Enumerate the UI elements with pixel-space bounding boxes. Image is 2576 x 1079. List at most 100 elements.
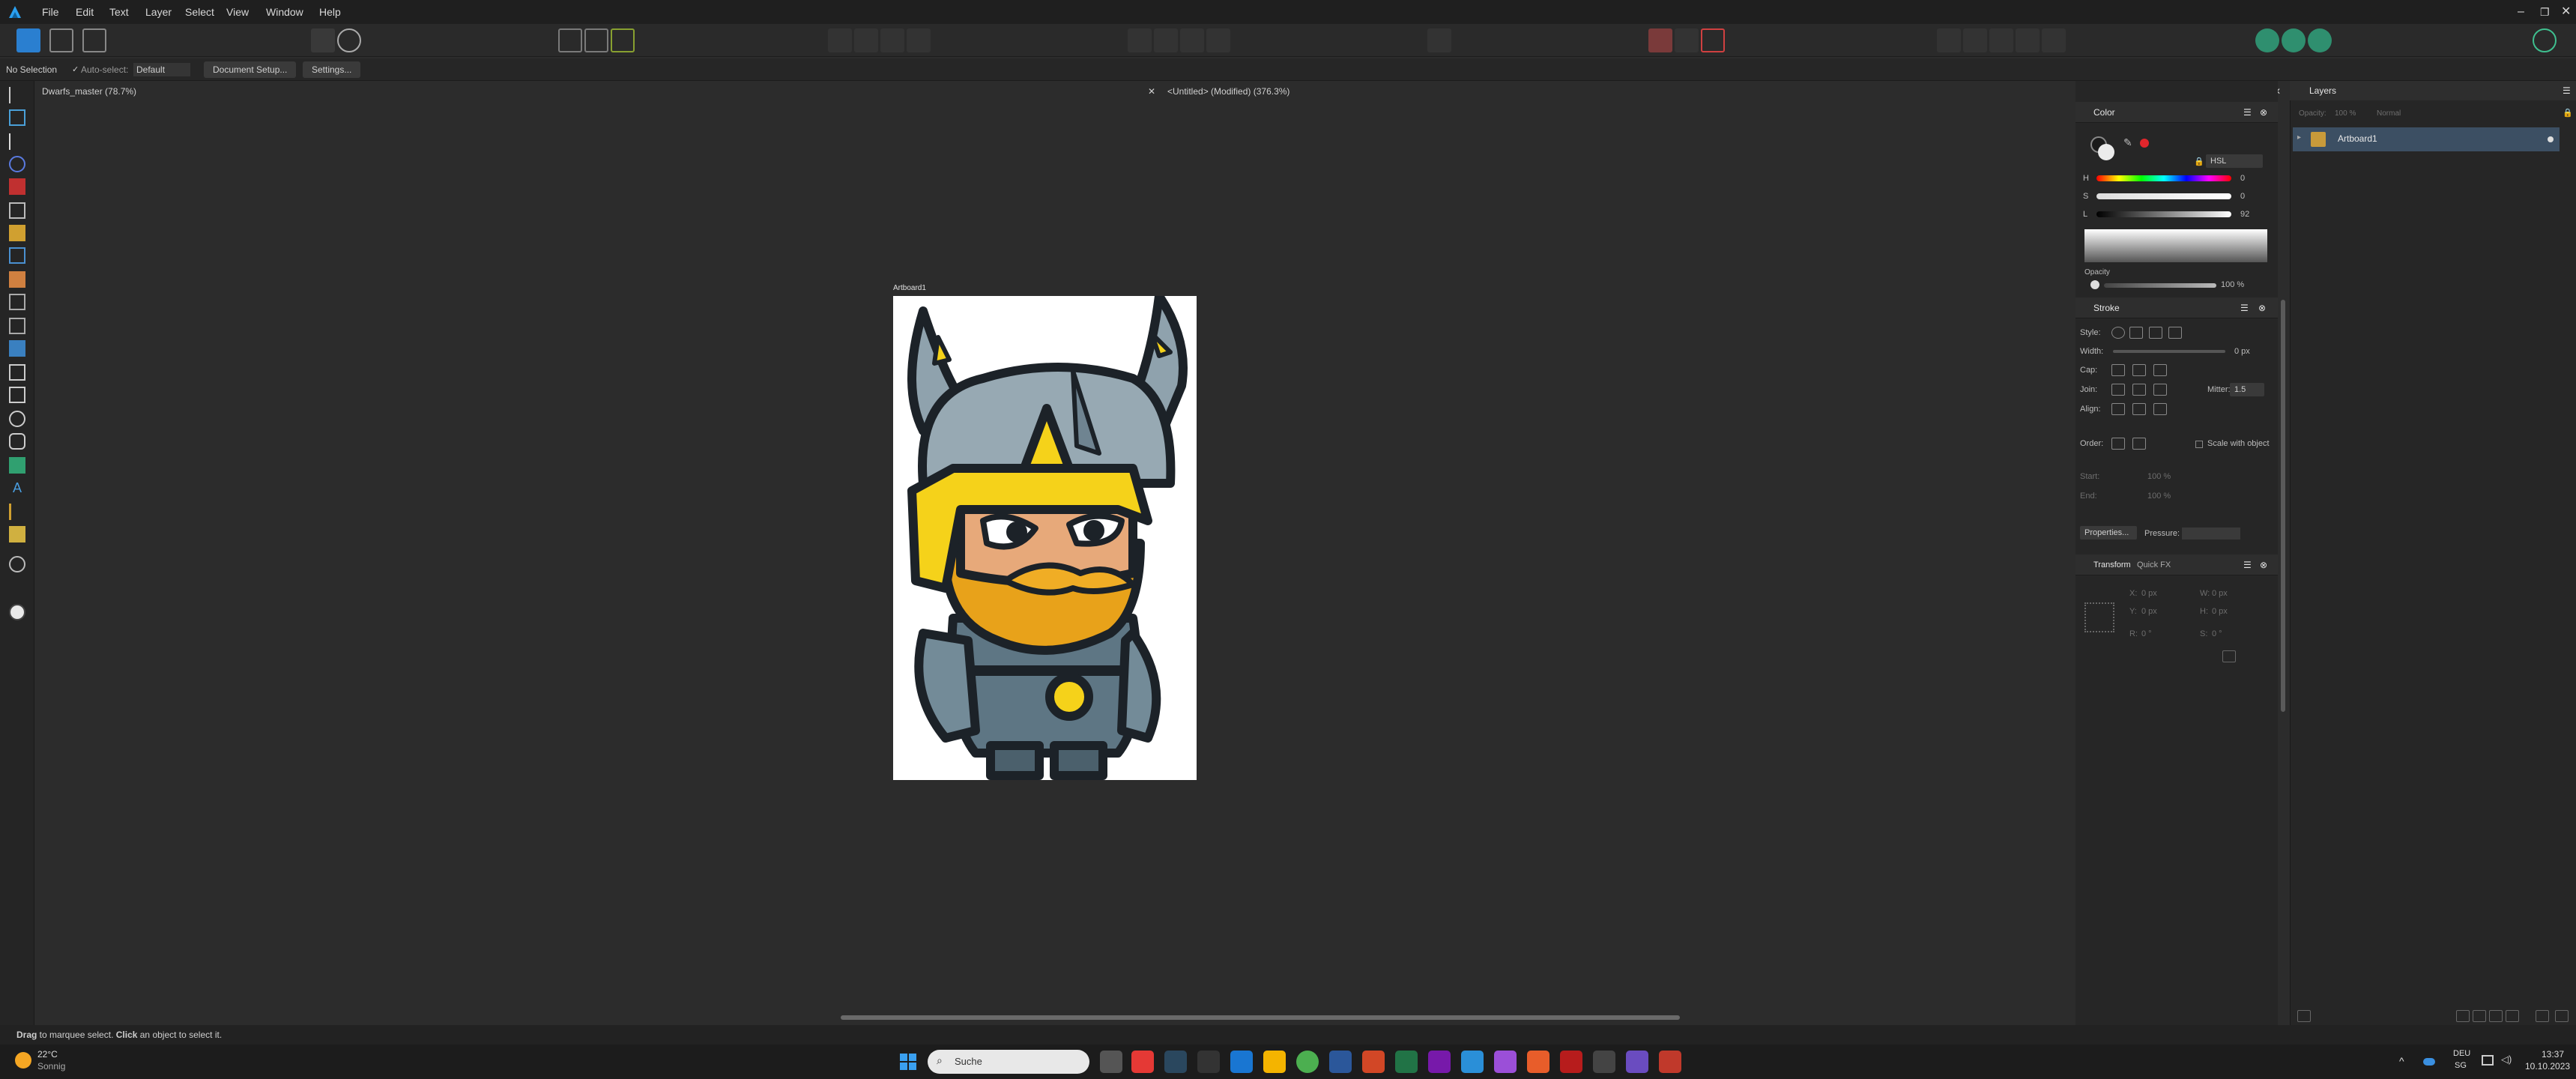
end-value[interactable]: 100 % [2147, 492, 2171, 501]
affinity-designer-taskbar-icon[interactable] [1461, 1051, 1484, 1073]
add-layer-icon[interactable] [2456, 1010, 2470, 1022]
affinity-designer-logo-icon[interactable] [7, 4, 22, 19]
add-mask-icon[interactable] [2473, 1010, 2486, 1022]
menu-select[interactable]: Select [185, 0, 214, 24]
w-value[interactable]: 0 px [2212, 589, 2228, 598]
taskbar-search-box[interactable]: ⌕ Suche [928, 1050, 1089, 1074]
boolean-subtract-icon[interactable] [1963, 28, 1987, 52]
menu-edit[interactable]: Edit [76, 0, 94, 24]
tab-close-icon[interactable]: ✕ [1148, 84, 1155, 99]
corner-tool-icon[interactable] [9, 156, 25, 172]
layer-visibility-icon[interactable] [2548, 136, 2554, 142]
width-slider[interactable] [2113, 350, 2225, 353]
hue-slider[interactable] [2096, 175, 2231, 181]
no-stroke-icon[interactable] [2111, 327, 2125, 339]
color-panel-menu-icon[interactable]: ☰ [2243, 103, 2252, 122]
user-profile-icon[interactable] [2533, 28, 2557, 52]
layers-panel-menu-icon[interactable]: ☰ [2563, 81, 2571, 100]
stroke-panel-menu-icon[interactable]: ☰ [2240, 298, 2249, 318]
vertical-scrollbar[interactable] [2281, 300, 2285, 712]
flip-h-icon[interactable] [1154, 28, 1178, 52]
menu-help[interactable]: Help [319, 0, 341, 24]
stroke-panel-close-icon[interactable]: ⊗ [2258, 298, 2266, 318]
paint-brush-tool-icon[interactable] [9, 318, 25, 334]
unity-icon[interactable] [1593, 1051, 1615, 1073]
solid-line-icon[interactable] [2129, 327, 2143, 339]
saturation-value[interactable]: 0 [2240, 192, 2245, 201]
blend-mode-dropdown[interactable]: Normal [2377, 109, 2401, 118]
texture-line-icon[interactable] [2168, 327, 2182, 339]
snapping-icon[interactable] [558, 28, 582, 52]
align-outside-icon[interactable] [2153, 403, 2167, 415]
affinity-publisher-taskbar-icon[interactable] [1527, 1051, 1549, 1073]
network-icon[interactable] [2482, 1055, 2494, 1066]
menu-window[interactable]: Window [266, 0, 303, 24]
snapping-options-icon[interactable] [611, 28, 635, 52]
arrange-backward-icon[interactable] [854, 28, 878, 52]
minimize-icon[interactable]: – [2518, 0, 2524, 24]
keyboard-layout-indicator[interactable]: SG [2455, 1061, 2467, 1070]
hue-value[interactable]: 0 [2240, 174, 2245, 183]
horizontal-scrollbar[interactable] [841, 1015, 1680, 1020]
node-tool-icon[interactable] [9, 133, 25, 150]
weather-description[interactable]: Sonnig [37, 1061, 65, 1072]
assistant-icon[interactable] [2255, 28, 2279, 52]
boolean-xor-icon[interactable] [2016, 28, 2040, 52]
adjustment-icon[interactable] [2489, 1010, 2503, 1022]
bevel-join-icon[interactable] [2153, 384, 2167, 396]
fill-tool-icon[interactable] [9, 271, 25, 288]
transform-options-icon[interactable] [2222, 650, 2236, 662]
tab-untitled[interactable]: <Untitled> (Modified) (376.3%) [1167, 84, 1289, 99]
arrange-forward-icon[interactable] [880, 28, 904, 52]
s-value[interactable]: 0 ° [2212, 629, 2222, 638]
onedrive-icon[interactable] [2423, 1058, 2435, 1066]
stroke-front-icon[interactable] [2132, 438, 2146, 450]
recent-color-swatch[interactable] [2140, 139, 2149, 148]
width-value[interactable]: 0 px [2234, 347, 2250, 356]
y-value[interactable]: 0 px [2141, 607, 2157, 616]
excel-icon[interactable] [1395, 1051, 1418, 1073]
menu-view[interactable]: View [226, 0, 249, 24]
account-icon[interactable] [2308, 28, 2332, 52]
delete-layer-icon[interactable] [2555, 1010, 2569, 1022]
transform-panel-close-icon[interactable]: ⊗ [2260, 555, 2267, 575]
language-indicator[interactable]: DEU [2453, 1049, 2470, 1058]
rectangle-tool-icon[interactable] [9, 387, 25, 403]
menu-layer[interactable]: Layer [145, 0, 172, 24]
fx-icon[interactable] [2506, 1010, 2519, 1022]
rotate-icon[interactable] [1206, 28, 1230, 52]
snap-toggle-icon[interactable] [1648, 28, 1672, 52]
boolean-add-icon[interactable] [1937, 28, 1961, 52]
fill-swatch-icon[interactable] [2098, 144, 2114, 160]
app-active-icon[interactable] [1659, 1051, 1681, 1073]
word-icon[interactable] [1329, 1051, 1352, 1073]
layers-settings-icon[interactable] [2297, 1010, 2311, 1022]
close-window-icon[interactable]: ✕ [2561, 0, 2571, 24]
settings-gear-icon[interactable] [337, 28, 361, 52]
measure-tool-icon[interactable] [9, 526, 25, 542]
boolean-divide-icon[interactable] [2042, 28, 2066, 52]
arrange-back-icon[interactable] [828, 28, 852, 52]
lightness-slider[interactable] [2096, 211, 2231, 217]
pen-tool-icon[interactable] [9, 202, 25, 219]
artboard[interactable] [893, 291, 1197, 780]
powerpoint-icon[interactable] [1362, 1051, 1385, 1073]
color-panel-close-icon[interactable]: ⊗ [2260, 103, 2267, 122]
text-tool-icon[interactable]: A [9, 480, 25, 496]
chrome-icon[interactable] [1296, 1051, 1319, 1073]
affinity-photo-taskbar-icon[interactable] [1494, 1051, 1517, 1073]
square-cap-icon[interactable] [2153, 364, 2167, 376]
outlook-icon[interactable] [1230, 1051, 1253, 1073]
snap-dropdown-icon[interactable] [1675, 28, 1699, 52]
app-red-diamond-icon[interactable] [1131, 1051, 1154, 1073]
ellipse-tool-icon[interactable] [9, 411, 25, 427]
artboard-tool-icon[interactable] [9, 109, 25, 126]
boolean-intersect-icon[interactable] [1989, 28, 2013, 52]
flip-v-icon[interactable] [1180, 28, 1204, 52]
miter-join-icon[interactable] [2111, 384, 2125, 396]
onenote-icon[interactable] [1428, 1051, 1451, 1073]
anchor-selector-icon[interactable] [2084, 602, 2114, 632]
arrange-front-icon[interactable] [907, 28, 931, 52]
tab-transform[interactable]: Transform [2093, 555, 2131, 575]
pencil-tool-icon[interactable] [9, 225, 25, 241]
